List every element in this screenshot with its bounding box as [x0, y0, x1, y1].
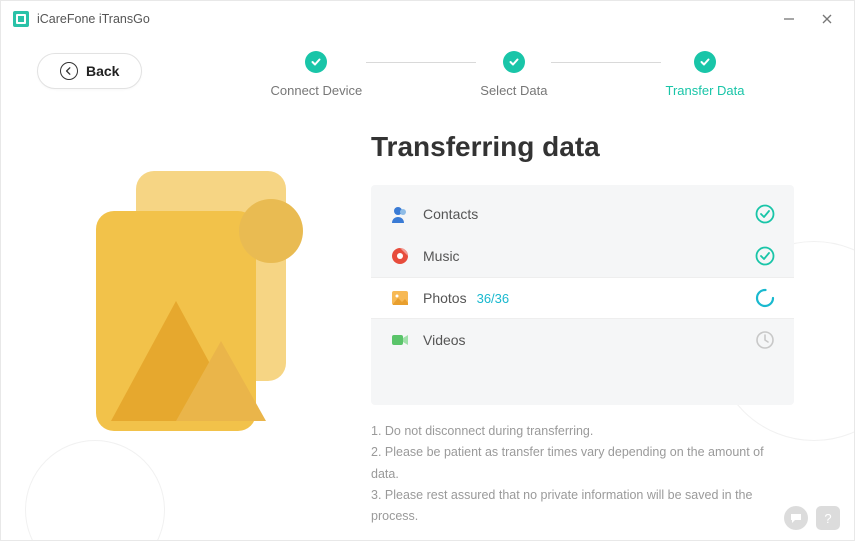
photo-illustration-icon	[56, 141, 316, 461]
notes-block: 1. Do not disconnect during transferring…	[371, 421, 794, 527]
transfer-row-videos: Videos	[371, 319, 794, 361]
row-label: Music	[423, 248, 460, 264]
check-icon	[503, 51, 525, 73]
step-connector	[551, 62, 661, 63]
note-line: 1. Do not disconnect during transferring…	[371, 421, 794, 442]
illustration	[1, 121, 371, 540]
step-label: Select Data	[480, 83, 547, 98]
progress-stepper: Connect Device Select Data Transfer Data	[241, 51, 774, 98]
window-controls	[782, 12, 842, 26]
note-line: 2. Please be patient as transfer times v…	[371, 442, 794, 485]
videos-icon	[389, 329, 411, 351]
check-icon	[694, 51, 716, 73]
step-transfer-data: Transfer Data	[665, 51, 744, 98]
row-progress: 36/36	[477, 291, 510, 306]
app-logo-icon	[13, 11, 29, 27]
transfer-row-contacts: Contacts	[371, 193, 794, 235]
contacts-icon	[389, 203, 411, 225]
step-label: Transfer Data	[665, 83, 744, 98]
status-loading-icon	[754, 287, 776, 309]
main-area: Transferring data Contacts Music	[1, 121, 854, 540]
transfer-row-photos: Photos 36/36	[371, 277, 794, 319]
close-button[interactable]	[820, 12, 834, 26]
minimize-button[interactable]	[782, 12, 796, 26]
status-done-icon	[754, 245, 776, 267]
row-label: Photos	[423, 290, 467, 306]
app-title: iCareFone iTransGo	[37, 12, 150, 26]
step-select-data: Select Data	[480, 51, 547, 98]
music-icon	[389, 245, 411, 267]
transfer-list: Contacts Music	[371, 185, 794, 405]
app-window: iCareFone iTransGo Back Connect Device	[0, 0, 855, 541]
row-label: Contacts	[423, 206, 478, 222]
row-label: Videos	[423, 332, 466, 348]
photos-icon	[389, 287, 411, 309]
step-label: Connect Device	[271, 83, 363, 98]
chat-button[interactable]	[784, 506, 808, 530]
step-connect-device: Connect Device	[271, 51, 363, 98]
chat-icon	[789, 511, 803, 525]
title-bar: iCareFone iTransGo	[1, 1, 854, 37]
check-icon	[305, 51, 327, 73]
help-button[interactable]: ?	[816, 506, 840, 530]
status-done-icon	[754, 203, 776, 225]
status-pending-icon	[754, 329, 776, 351]
note-line: 3. Please rest assured that no private i…	[371, 485, 794, 528]
back-button[interactable]: Back	[37, 53, 142, 89]
content-column: Transferring data Contacts Music	[371, 121, 854, 540]
page-title: Transferring data	[371, 131, 794, 163]
back-label: Back	[86, 63, 119, 79]
step-connector	[366, 62, 476, 63]
transfer-row-music: Music	[371, 235, 794, 277]
footer-actions: ?	[784, 506, 840, 530]
back-arrow-icon	[60, 62, 78, 80]
question-icon: ?	[824, 511, 831, 526]
